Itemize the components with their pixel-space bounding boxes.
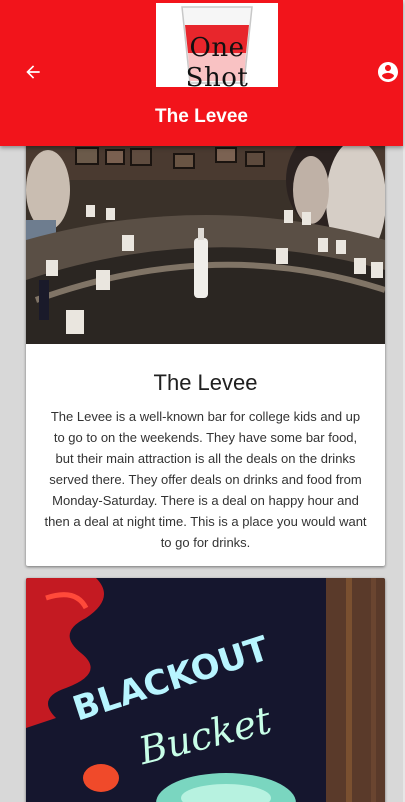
back-button[interactable] <box>20 59 46 85</box>
arrow-back-icon <box>26 65 40 79</box>
app-logo[interactable]: One Shot <box>156 3 278 87</box>
card-description: The Levee is a well-known bar for colleg… <box>44 409 367 550</box>
page-title: The Levee <box>155 106 248 127</box>
card-title: The Levee <box>153 370 258 395</box>
bar-card[interactable]: The Levee The Levee is a well-known bar … <box>26 120 385 566</box>
account-button[interactable] <box>376 60 400 84</box>
app-bar: One Shot The Levee <box>0 0 403 146</box>
blackout-bucket-photo: BLACKOUT Bucket <box>26 578 385 802</box>
bar-photo <box>26 120 385 344</box>
drink-card[interactable]: BLACKOUT Bucket <box>26 578 385 802</box>
account-circle-icon <box>378 62 398 82</box>
logo-text: One Shot <box>185 33 249 87</box>
